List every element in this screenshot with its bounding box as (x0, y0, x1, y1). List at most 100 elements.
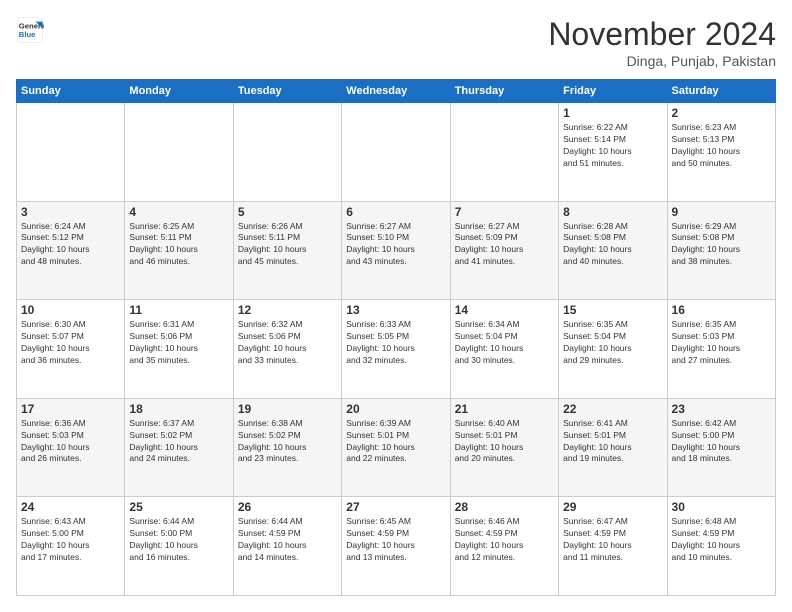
calendar-header-row: Sunday Monday Tuesday Wednesday Thursday… (17, 80, 776, 103)
calendar-cell: 29 Sunrise: 6:47 AM Sunset: 4:59 PM Dayli… (559, 497, 667, 596)
day-number: 23 (672, 402, 771, 416)
calendar-cell: 13 Sunrise: 6:33 AM Sunset: 5:05 PM Dayli… (342, 300, 450, 399)
calendar-cell: 21 Sunrise: 6:40 AM Sunset: 5:01 PM Dayli… (450, 398, 558, 497)
month-title: November 2024 (548, 16, 776, 53)
day-number: 21 (455, 402, 554, 416)
svg-text:Blue: Blue (19, 30, 36, 39)
header-thursday: Thursday (450, 80, 558, 103)
day-number: 19 (238, 402, 337, 416)
day-info: Sunrise: 6:44 AM Sunset: 4:59 PM Dayligh… (238, 516, 337, 564)
calendar-cell: 18 Sunrise: 6:37 AM Sunset: 5:02 PM Dayli… (125, 398, 233, 497)
calendar-cell: 27 Sunrise: 6:45 AM Sunset: 4:59 PM Dayli… (342, 497, 450, 596)
day-info: Sunrise: 6:28 AM Sunset: 5:08 PM Dayligh… (563, 221, 662, 269)
calendar-cell: 3Sunrise: 6:24 AM Sunset: 5:12 PM Daylig… (17, 201, 125, 300)
day-info: Sunrise: 6:35 AM Sunset: 5:03 PM Dayligh… (672, 319, 771, 367)
day-info: Sunrise: 6:33 AM Sunset: 5:05 PM Dayligh… (346, 319, 445, 367)
day-info: Sunrise: 6:27 AM Sunset: 5:09 PM Dayligh… (455, 221, 554, 269)
header-monday: Monday (125, 80, 233, 103)
calendar-cell: 5 Sunrise: 6:26 AM Sunset: 5:11 PM Daylig… (233, 201, 341, 300)
calendar-cell (17, 103, 125, 202)
calendar-cell: 12 Sunrise: 6:32 AM Sunset: 5:06 PM Dayli… (233, 300, 341, 399)
day-info: Sunrise: 6:26 AM Sunset: 5:11 PM Dayligh… (238, 221, 337, 269)
calendar-cell: 30 Sunrise: 6:48 AM Sunset: 4:59 PM Dayli… (667, 497, 775, 596)
calendar-cell: 4 Sunrise: 6:25 AM Sunset: 5:11 PM Daylig… (125, 201, 233, 300)
calendar-cell: 11Sunrise: 6:31 AM Sunset: 5:06 PM Dayli… (125, 300, 233, 399)
day-info: Sunrise: 6:46 AM Sunset: 4:59 PM Dayligh… (455, 516, 554, 564)
day-info: Sunrise: 6:27 AM Sunset: 5:10 PM Dayligh… (346, 221, 445, 269)
calendar-cell: 20Sunrise: 6:39 AM Sunset: 5:01 PM Dayli… (342, 398, 450, 497)
day-number: 22 (563, 402, 662, 416)
day-info: Sunrise: 6:47 AM Sunset: 4:59 PM Dayligh… (563, 516, 662, 564)
day-info: Sunrise: 6:36 AM Sunset: 5:03 PM Dayligh… (21, 418, 120, 466)
day-number: 28 (455, 500, 554, 514)
day-info: Sunrise: 6:40 AM Sunset: 5:01 PM Dayligh… (455, 418, 554, 466)
day-info: Sunrise: 6:23 AM Sunset: 5:13 PM Dayligh… (672, 122, 771, 170)
calendar-cell: 28 Sunrise: 6:46 AM Sunset: 4:59 PM Dayli… (450, 497, 558, 596)
calendar-week-0: 1 Sunrise: 6:22 AM Sunset: 5:14 PM Daylig… (17, 103, 776, 202)
day-number: 25 (129, 500, 228, 514)
day-info: Sunrise: 6:38 AM Sunset: 5:02 PM Dayligh… (238, 418, 337, 466)
calendar-week-1: 3Sunrise: 6:24 AM Sunset: 5:12 PM Daylig… (17, 201, 776, 300)
location: Dinga, Punjab, Pakistan (548, 53, 776, 69)
day-info: Sunrise: 6:22 AM Sunset: 5:14 PM Dayligh… (563, 122, 662, 170)
day-info: Sunrise: 6:48 AM Sunset: 4:59 PM Dayligh… (672, 516, 771, 564)
day-info: Sunrise: 6:30 AM Sunset: 5:07 PM Dayligh… (21, 319, 120, 367)
calendar-cell: 25Sunrise: 6:44 AM Sunset: 5:00 PM Dayli… (125, 497, 233, 596)
calendar-cell: 15 Sunrise: 6:35 AM Sunset: 5:04 PM Dayli… (559, 300, 667, 399)
day-info: Sunrise: 6:39 AM Sunset: 5:01 PM Dayligh… (346, 418, 445, 466)
day-info: Sunrise: 6:32 AM Sunset: 5:06 PM Dayligh… (238, 319, 337, 367)
day-number: 26 (238, 500, 337, 514)
calendar-cell: 16 Sunrise: 6:35 AM Sunset: 5:03 PM Dayli… (667, 300, 775, 399)
day-number: 18 (129, 402, 228, 416)
calendar-cell: 14 Sunrise: 6:34 AM Sunset: 5:04 PM Dayli… (450, 300, 558, 399)
day-number: 12 (238, 303, 337, 317)
day-number: 4 (129, 205, 228, 219)
header-saturday: Saturday (667, 80, 775, 103)
calendar-week-3: 17 Sunrise: 6:36 AM Sunset: 5:03 PM Dayli… (17, 398, 776, 497)
calendar-cell (233, 103, 341, 202)
day-info: Sunrise: 6:25 AM Sunset: 5:11 PM Dayligh… (129, 221, 228, 269)
calendar-cell (342, 103, 450, 202)
day-number: 27 (346, 500, 445, 514)
day-number: 3 (21, 205, 120, 219)
day-number: 5 (238, 205, 337, 219)
calendar-cell: 24 Sunrise: 6:43 AM Sunset: 5:00 PM Dayli… (17, 497, 125, 596)
day-number: 24 (21, 500, 120, 514)
day-info: Sunrise: 6:45 AM Sunset: 4:59 PM Dayligh… (346, 516, 445, 564)
day-number: 1 (563, 106, 662, 120)
day-number: 30 (672, 500, 771, 514)
calendar-cell: 10 Sunrise: 6:30 AM Sunset: 5:07 PM Dayli… (17, 300, 125, 399)
header-wednesday: Wednesday (342, 80, 450, 103)
day-number: 13 (346, 303, 445, 317)
calendar-cell: 8 Sunrise: 6:28 AM Sunset: 5:08 PM Daylig… (559, 201, 667, 300)
calendar-cell: 7Sunrise: 6:27 AM Sunset: 5:09 PM Daylig… (450, 201, 558, 300)
logo: General Blue (16, 16, 44, 44)
title-block: November 2024 Dinga, Punjab, Pakistan (548, 16, 776, 69)
calendar-table: Sunday Monday Tuesday Wednesday Thursday… (16, 79, 776, 596)
calendar-cell (450, 103, 558, 202)
day-number: 2 (672, 106, 771, 120)
header-sunday: Sunday (17, 80, 125, 103)
day-number: 16 (672, 303, 771, 317)
day-info: Sunrise: 6:42 AM Sunset: 5:00 PM Dayligh… (672, 418, 771, 466)
day-info: Sunrise: 6:34 AM Sunset: 5:04 PM Dayligh… (455, 319, 554, 367)
day-info: Sunrise: 6:35 AM Sunset: 5:04 PM Dayligh… (563, 319, 662, 367)
day-number: 8 (563, 205, 662, 219)
calendar-cell: 6Sunrise: 6:27 AM Sunset: 5:10 PM Daylig… (342, 201, 450, 300)
day-number: 14 (455, 303, 554, 317)
day-number: 15 (563, 303, 662, 317)
header: General Blue November 2024 Dinga, Punjab… (16, 16, 776, 69)
calendar-week-4: 24 Sunrise: 6:43 AM Sunset: 5:00 PM Dayli… (17, 497, 776, 596)
day-number: 29 (563, 500, 662, 514)
day-number: 11 (129, 303, 228, 317)
calendar-cell: 26 Sunrise: 6:44 AM Sunset: 4:59 PM Dayli… (233, 497, 341, 596)
day-info: Sunrise: 6:41 AM Sunset: 5:01 PM Dayligh… (563, 418, 662, 466)
day-number: 17 (21, 402, 120, 416)
day-number: 10 (21, 303, 120, 317)
header-friday: Friday (559, 80, 667, 103)
header-tuesday: Tuesday (233, 80, 341, 103)
calendar-cell: 22 Sunrise: 6:41 AM Sunset: 5:01 PM Dayli… (559, 398, 667, 497)
calendar-cell: 23 Sunrise: 6:42 AM Sunset: 5:00 PM Dayli… (667, 398, 775, 497)
day-info: Sunrise: 6:37 AM Sunset: 5:02 PM Dayligh… (129, 418, 228, 466)
day-info: Sunrise: 6:43 AM Sunset: 5:00 PM Dayligh… (21, 516, 120, 564)
